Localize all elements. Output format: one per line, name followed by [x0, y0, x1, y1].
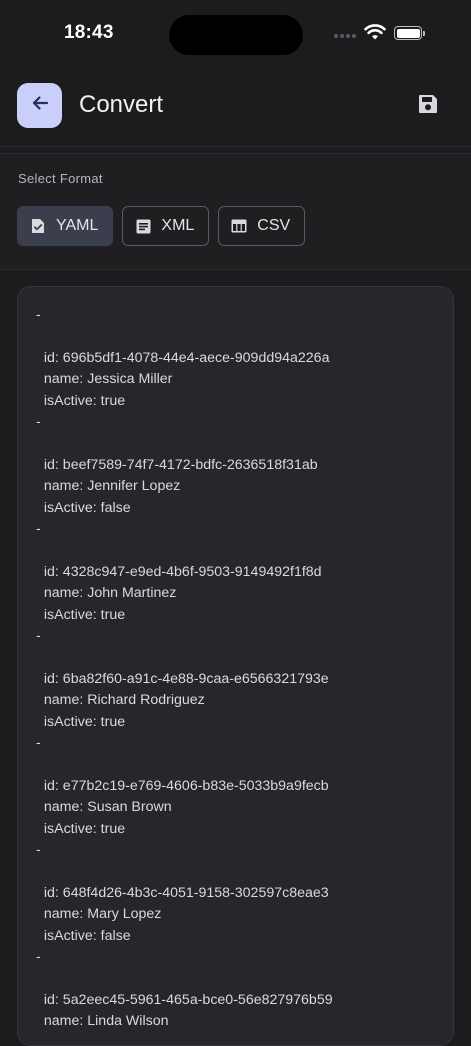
- format-chip-group: YAML XML CSV: [17, 206, 306, 246]
- format-chip-label: XML: [161, 217, 195, 234]
- wifi-icon: [364, 24, 386, 46]
- cellular-signal-icon: [334, 34, 356, 38]
- battery-icon: [394, 26, 422, 40]
- select-format-label: Select Format: [18, 171, 103, 186]
- app-bar: Convert: [0, 62, 471, 147]
- status-bar: 18:43: [0, 0, 471, 60]
- format-section: Select Format YAML XML CSV: [0, 153, 471, 270]
- format-chip-yaml[interactable]: YAML: [17, 206, 114, 246]
- table-icon: [231, 218, 247, 234]
- status-time: 18:43: [64, 22, 114, 43]
- file-check-icon: [30, 218, 46, 234]
- format-chip-label: YAML: [56, 217, 99, 234]
- save-button[interactable]: [412, 90, 444, 122]
- dynamic-island: [169, 15, 303, 55]
- converted-output-panel[interactable]: - id: 696b5df1-4078-44e4-aece-909dd94a22…: [17, 286, 454, 1046]
- back-button[interactable]: [17, 83, 62, 128]
- converted-output-text: - id: 696b5df1-4078-44e4-aece-909dd94a22…: [36, 307, 333, 1030]
- document-lines-icon: [135, 218, 151, 234]
- format-chip-label: CSV: [257, 217, 291, 234]
- floppy-disk-icon: [417, 93, 439, 120]
- format-chip-xml[interactable]: XML: [122, 206, 210, 246]
- page-title: Convert: [79, 91, 164, 118]
- arrow-left-icon: [30, 93, 50, 118]
- format-chip-csv[interactable]: CSV: [218, 206, 306, 246]
